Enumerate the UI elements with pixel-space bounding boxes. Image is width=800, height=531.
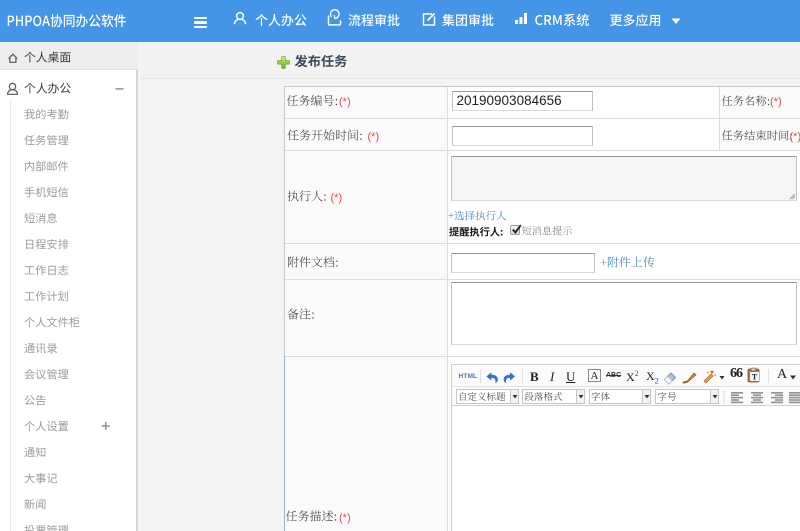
svg-text:T: T xyxy=(752,373,758,382)
